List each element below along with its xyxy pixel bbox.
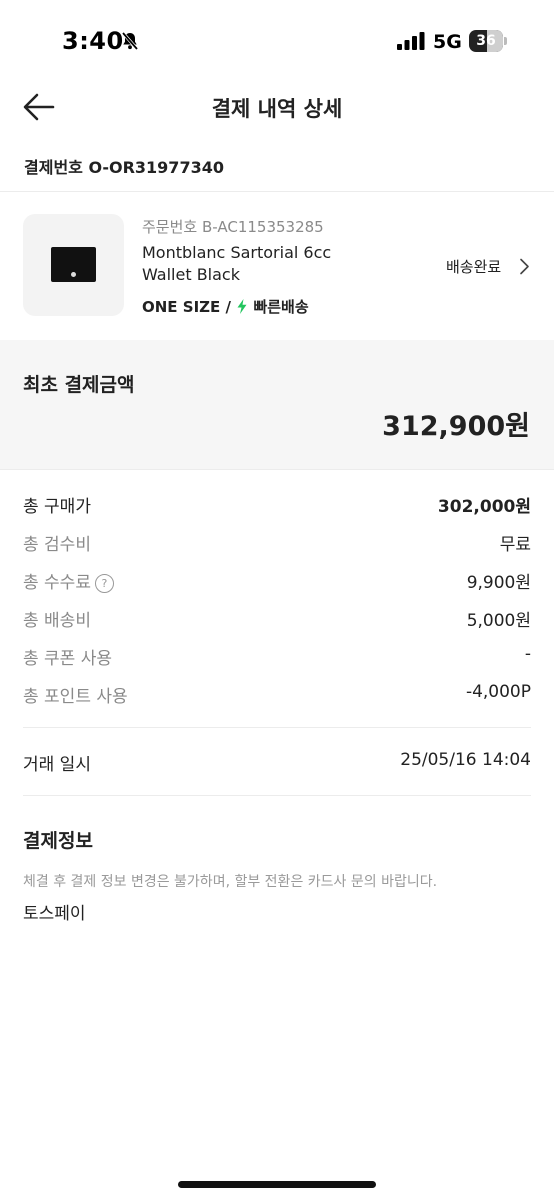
home-indicator[interactable]: [178, 1181, 376, 1188]
summary-label: 최초 결제금액: [23, 374, 135, 396]
row-label: 총 쿠폰 사용: [23, 649, 113, 669]
row-value: 무료: [499, 535, 531, 555]
row-label: 총 배송비: [23, 611, 91, 631]
row-value: 25/05/16 14:04: [400, 750, 531, 770]
row-value: 9,900원: [466, 573, 531, 593]
page-title: 결제 내역 상세: [211, 97, 343, 121]
lightning-bolt-icon: [237, 299, 247, 314]
row-label: 총 검수비: [23, 535, 91, 555]
status-time: 3:40: [62, 27, 124, 55]
payment-info-title: 결제정보: [23, 830, 93, 852]
shipping-fee-row: 총 배송비 5,000원: [23, 606, 531, 631]
order-number: 주문번호 B-AC115353285: [142, 218, 324, 236]
commission-label: 총 수수료: [23, 573, 91, 593]
wallet-image-icon: [51, 247, 96, 282]
divider: [23, 727, 531, 728]
row-value: -4,000P: [465, 682, 531, 702]
bell-slash-icon: [121, 31, 139, 51]
row-label: 총 포인트 사용: [23, 687, 128, 707]
divider: [0, 191, 554, 192]
divider: [0, 469, 554, 470]
coupon-use-row: 총 쿠폰 사용 -: [23, 644, 531, 669]
payment-method: 토스페이: [23, 904, 86, 924]
row-value: 5,000원: [466, 611, 531, 631]
status-bar: 3:40 5G 36: [0, 0, 554, 84]
product-thumbnail: [23, 214, 124, 316]
battery-level: 36: [476, 33, 496, 49]
payment-info-note: 체결 후 결제 정보 변경은 불가하며, 할부 전환은 카드사 문의 바랍니다.: [23, 874, 438, 890]
divider: [23, 795, 531, 796]
signal-icon: [397, 32, 425, 50]
inspection-fee-row: 총 검수비 무료: [23, 530, 531, 555]
commission-fee-row: 총 수수료? 9,900원: [23, 568, 531, 593]
row-label: 거래 일시: [23, 755, 91, 775]
shipping-type: 빠른배송: [253, 298, 309, 316]
point-use-row: 총 포인트 사용 -4,000P: [23, 682, 531, 707]
total-purchase-row: 총 구매가 302,000원: [23, 492, 531, 517]
chevron-right-icon[interactable]: [519, 258, 530, 275]
size-label: ONE SIZE /: [142, 298, 231, 316]
row-value: -: [524, 644, 531, 664]
row-label: 총 구매가: [23, 497, 91, 517]
transaction-date-row: 거래 일시 25/05/16 14:04: [23, 750, 531, 775]
product-size: ONE SIZE / 빠른배송: [142, 296, 309, 317]
summary-amount: 312,900원: [382, 411, 530, 442]
help-icon[interactable]: ?: [94, 574, 114, 593]
payment-number: 결제번호 O-OR31977340: [24, 158, 224, 177]
delivery-status[interactable]: 배송완료: [446, 256, 501, 277]
product-name: Montblanc Sartorial 6cc Wallet Black: [142, 243, 332, 284]
row-value: 302,000원: [437, 497, 531, 517]
battery-icon: 36: [469, 30, 507, 52]
initial-payment-summary: 최초 결제금액 312,900원: [0, 340, 554, 469]
row-label: 총 수수료?: [23, 568, 114, 593]
network-type: 5G: [433, 31, 462, 53]
